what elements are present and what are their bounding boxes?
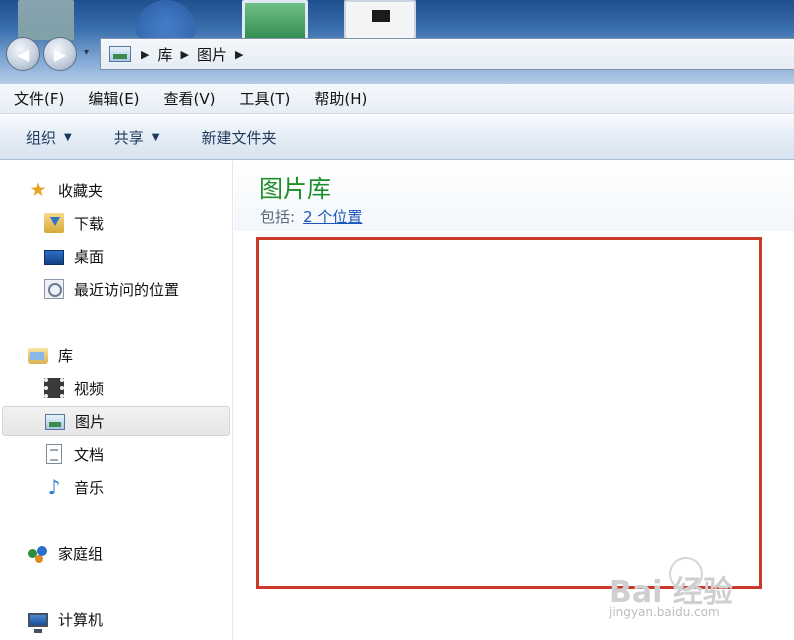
pictures-library-icon — [45, 414, 65, 430]
breadcrumb-separator-icon[interactable]: ▶ — [180, 48, 188, 61]
sidebar-item-documents[interactable]: 文档 — [0, 439, 104, 469]
sidebar-item-label: 计算机 — [58, 610, 104, 629]
sidebar-item-label: 图片 — [75, 412, 106, 431]
background-thumbnail — [18, 0, 74, 40]
address-bar[interactable]: ▶ 库 ▶ 图片 ▶ — [100, 38, 794, 70]
menu-edit[interactable]: 编辑(E) — [88, 88, 139, 109]
sidebar-item-music[interactable]: ♪ 音乐 — [0, 472, 104, 502]
menu-help[interactable]: 帮助(H) — [314, 88, 367, 109]
page-title: 图片库 — [259, 175, 331, 203]
sidebar-item-label: 家庭组 — [58, 544, 104, 563]
recent-pages-dropdown[interactable]: ▾ — [84, 47, 96, 61]
sidebar-item-libraries[interactable]: 库 — [0, 340, 73, 370]
sidebar-item-label: 桌面 — [74, 247, 105, 266]
share-button[interactable]: 共享 ▼ — [114, 127, 160, 148]
star-icon: ★ — [29, 179, 47, 201]
breadcrumb-separator-icon[interactable]: ▶ — [235, 48, 243, 61]
navigation-pane[interactable]: ★ 收藏夹 下载 桌面 最近访问的位置 库 视频 图片 文档 ♪ 音乐 家庭组 … — [0, 161, 233, 640]
breadcrumb-pictures[interactable]: 图片 — [197, 44, 227, 65]
computer-icon — [28, 612, 48, 633]
library-locations-link[interactable]: 2 个位置 — [303, 208, 362, 226]
command-bar: 组织 ▼ 共享 ▼ 新建文件夹 — [0, 115, 794, 160]
sidebar-item-homegroup[interactable]: 家庭组 — [0, 538, 103, 568]
forward-button[interactable]: ▶ — [43, 37, 77, 71]
baidu-jingyan-watermark: Bai 经验 jingyan.baidu.com — [607, 555, 787, 637]
dropdown-arrow-icon: ▼ — [151, 131, 160, 143]
dropdown-arrow-icon: ▼ — [64, 131, 72, 143]
sidebar-item-label: 音乐 — [74, 478, 105, 497]
menu-bar: 文件(F) 编辑(E) 查看(V) 工具(T) 帮助(H) — [0, 84, 794, 114]
organize-button[interactable]: 组织 ▼ — [26, 127, 72, 148]
sidebar-item-label: 收藏夹 — [58, 181, 104, 200]
recent-places-icon — [44, 279, 64, 299]
sidebar-item-videos[interactable]: 视频 — [0, 373, 104, 403]
library-includes: 包括: 2 个位置 — [260, 206, 362, 227]
library-header: 图片库 包括: 2 个位置 — [234, 161, 794, 231]
sidebar-item-downloads[interactable]: 下载 — [0, 208, 104, 238]
sidebar-item-pictures[interactable]: 图片 — [2, 406, 230, 436]
sidebar-item-label: 库 — [58, 346, 74, 365]
sidebar-item-label: 文档 — [74, 445, 105, 464]
includes-label: 包括: — [260, 208, 296, 226]
menu-view[interactable]: 查看(V) — [164, 88, 216, 109]
sidebar-item-computer[interactable]: 计算机 — [0, 604, 103, 634]
watermark-sub: jingyan.baidu.com — [609, 605, 720, 619]
breadcrumb-library[interactable]: 库 — [157, 44, 172, 65]
homegroup-icon — [28, 543, 48, 563]
sidebar-item-label: 下载 — [74, 214, 105, 233]
background-thumbnail — [136, 0, 196, 38]
sidebar-item-label: 最近访问的位置 — [74, 280, 180, 299]
music-library-icon: ♪ — [47, 475, 61, 499]
breadcrumb-separator-icon[interactable]: ▶ — [141, 48, 149, 61]
pictures-library-icon — [109, 46, 131, 62]
window-title-area: ◀ ▶ ▾ ▶ 库 ▶ 图片 ▶ — [0, 0, 794, 84]
video-library-icon — [44, 378, 64, 398]
share-label: 共享 — [113, 128, 144, 147]
chevron-down-icon: ▾ — [84, 47, 90, 58]
forward-arrow-icon: ▶ — [53, 44, 67, 64]
downloads-icon — [44, 213, 64, 233]
sidebar-item-label: 视频 — [74, 379, 105, 398]
sidebar-item-desktop[interactable]: 桌面 — [0, 241, 104, 271]
library-folder-icon — [28, 348, 48, 364]
organize-label: 组织 — [26, 128, 57, 147]
back-arrow-icon: ◀ — [16, 44, 30, 64]
documents-library-icon — [46, 444, 62, 464]
back-button[interactable]: ◀ — [6, 37, 40, 71]
desktop-icon — [44, 249, 64, 265]
sidebar-item-favorites[interactable]: ★ 收藏夹 — [0, 175, 103, 205]
menu-tools[interactable]: 工具(T) — [240, 88, 291, 109]
highlight-annotation-box — [256, 237, 762, 589]
menu-file[interactable]: 文件(F) — [14, 88, 64, 109]
sidebar-item-recent-places[interactable]: 最近访问的位置 — [0, 274, 179, 304]
new-folder-button[interactable]: 新建文件夹 — [201, 127, 276, 148]
